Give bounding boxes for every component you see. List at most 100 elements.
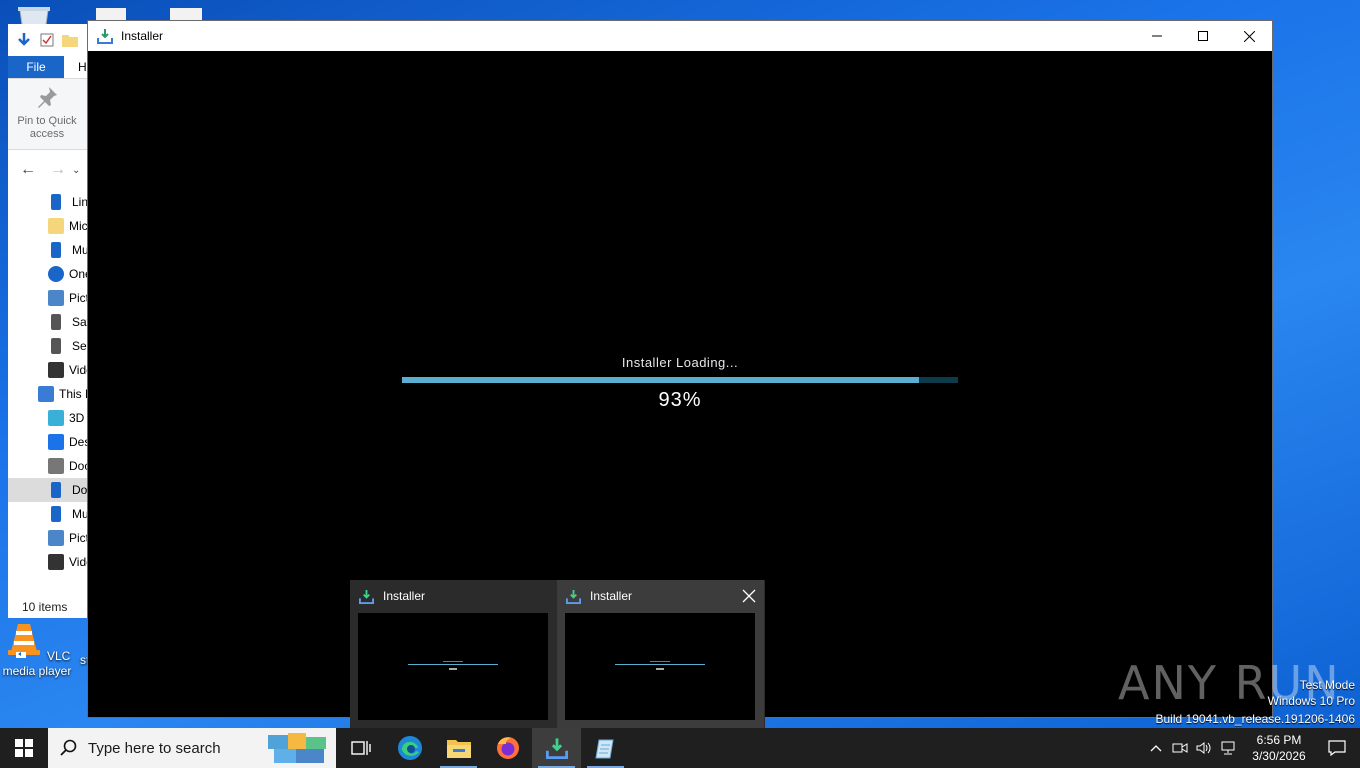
tray-network-button[interactable] [1216,728,1240,768]
new-folder-icon[interactable] [62,33,78,47]
mini-progress-bar [408,664,498,665]
show-hidden-icons-button[interactable] [1144,728,1168,768]
tree-item[interactable]: Desktop [8,430,88,454]
tree-item-label: 3D Objects [69,411,88,425]
status-bar-item-count: 10 items [22,600,68,614]
properties-icon[interactable] [40,33,54,47]
tree-item[interactable]: Videos [8,358,88,382]
search-placeholder: Type here to search [88,739,221,757]
tree-item-label: Documents [69,459,88,473]
tree-item[interactable]: Searches [8,334,88,358]
mini-percent [656,668,664,670]
thumbnail-header: Installer [350,580,557,612]
tree-item-label: Pictures [69,531,88,545]
notification-icon [1328,740,1346,756]
taskbar-edge-button[interactable] [385,728,434,768]
search-highlight-puzzle-icon [268,733,326,763]
action-center-button[interactable] [1314,740,1360,756]
navigation-tree: Links Microsoft Music OneDrive Pictures Saved… [8,190,88,574]
maximize-icon [1198,31,1208,41]
tree-item-label: Searches [72,339,88,353]
build-label: Build 19041.vb_release.191206-1406 [1155,712,1356,726]
tree-item[interactable]: Music [8,238,88,262]
taskbar-search-box[interactable]: Type here to search [48,728,336,768]
tree-item[interactable]: Documents [8,454,88,478]
back-arrow-icon[interactable]: ← [20,161,36,179]
installer-title: Installer [121,29,164,43]
tree-item-label: Downloads [72,483,88,497]
tree-item[interactable]: Pictures [8,286,88,310]
minimize-button[interactable] [1134,21,1180,51]
taskbar-installer-button[interactable] [532,728,581,768]
task-view-button[interactable] [336,728,385,768]
tree-item-label: Pictures [69,291,88,305]
tree-item[interactable]: Saved Games [8,310,88,334]
tree-item[interactable]: OneDrive [8,262,88,286]
tree-item[interactable]: Downloads [8,478,88,502]
pin-to-quick-access-button[interactable]: Pin to Quick access [8,85,86,141]
tree-item-label: Saved Games [72,315,88,329]
clock-time: 6:56 PM [1256,733,1302,747]
tree-item[interactable]: 3D Objects [8,406,88,430]
tree-item-label: Microsoft [69,219,88,233]
tree-item-label: Videos [69,363,88,377]
tree-item[interactable]: Videos [8,550,88,574]
taskbar-clock[interactable]: 6:56 PM 3/30/2026 [1244,732,1314,764]
tree-item-label: Links [72,195,88,209]
file-explorer-window: File H Pin to Quick access ← → ⌄ Links Mi… [8,24,88,618]
tree-item[interactable]: This PC [8,382,88,406]
tray-volume-button[interactable] [1192,728,1216,768]
thumbnail-installer-1[interactable]: Installer [350,580,557,728]
music-icon [51,242,61,258]
taskbar-file-explorer-button[interactable] [434,728,483,768]
tree-item-label: Music [72,243,88,257]
tab-home[interactable]: H [64,56,87,78]
tree-item[interactable]: Links [8,190,88,214]
close-button[interactable] [1226,21,1272,51]
taskbar: Type here to search 6:56 PM 3/30/2026 [0,728,1360,768]
start-button[interactable] [0,728,48,768]
pin-label: Pin to Quick access [17,115,77,140]
tree-item[interactable]: Music [8,502,88,526]
loading-label: Installer Loading... [621,355,739,370]
cube-icon [48,410,64,426]
maximize-button[interactable] [1180,21,1226,51]
taskbar-notepad-button[interactable] [581,728,630,768]
tree-item[interactable]: Microsoft [8,214,88,238]
document-icon [48,458,64,474]
task-view-icon [350,741,371,755]
meet-now-icon [1172,743,1188,753]
chevron-up-icon [1150,745,1162,752]
mini-loading-label [650,661,670,662]
windows-logo-icon [15,739,33,757]
thumbnail-title: Installer [590,589,633,603]
tray-meet-now-button[interactable] [1168,728,1192,768]
installer-app-icon [359,589,374,604]
download-arrow-icon[interactable] [16,32,32,48]
folder-icon [48,218,64,234]
folder-icon [446,740,471,758]
pin-icon [38,87,57,108]
tab-file[interactable]: File [8,56,64,78]
progress-percent: 93% [658,389,702,411]
tree-item[interactable]: Pictures [8,526,88,550]
speaker-icon [1196,742,1211,754]
pictures-icon [48,530,64,546]
desktop-icon-vlc[interactable]: VLC media player [0,618,74,679]
search-icon [51,338,61,354]
close-icon[interactable] [740,587,758,605]
mini-progress-bar [615,664,705,665]
thumbnail-installer-2[interactable]: Installer [557,580,764,728]
forward-arrow-icon[interactable]: → [50,161,66,179]
desktop-icon [48,434,64,450]
cloud-icon [48,266,64,282]
taskbar-firefox-button[interactable] [483,728,532,768]
video-icon [48,554,64,570]
link-icon [51,194,61,210]
tree-item-label: OneDrive [69,267,88,281]
installer-titlebar[interactable]: Installer [88,21,1272,51]
recent-locations-chevron-icon[interactable]: ⌄ [72,165,80,176]
download-icon [51,482,61,498]
thumbnail-preview [565,613,755,720]
search-icon [60,739,77,756]
